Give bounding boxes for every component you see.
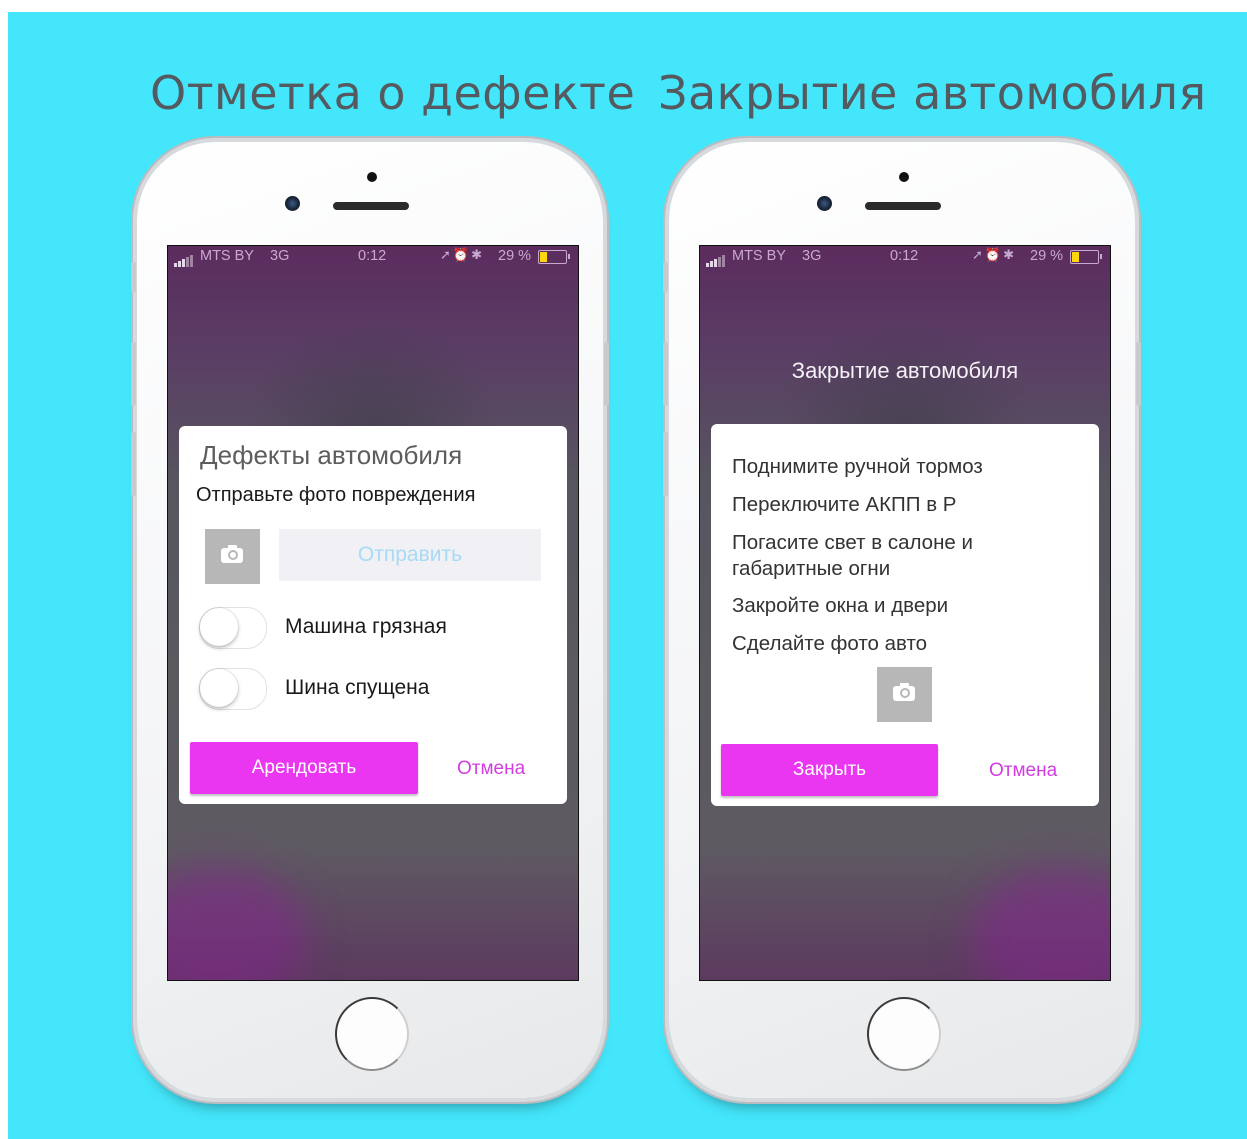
battery-percent: 29 %: [498, 248, 532, 264]
defects-dialog: Дефекты автомобиля Отправьте фото повреж…: [179, 426, 567, 804]
power-button: [1136, 342, 1141, 406]
power-button: [604, 342, 609, 406]
home-button: [335, 997, 409, 1071]
carrier-label: MTS BY: [732, 248, 786, 264]
take-photo-button[interactable]: [205, 529, 260, 584]
cancel-link[interactable]: Отмена: [457, 758, 525, 780]
dialog-subtitle: Отправьте фото повреждения: [196, 484, 476, 506]
bluetooth-icon: ✱: [471, 248, 484, 263]
proximity-sensor: [899, 172, 909, 182]
status-icons: ➚⏰✱: [440, 248, 484, 263]
rent-button[interactable]: Арендовать: [190, 742, 418, 794]
network-label: 3G: [802, 248, 822, 264]
toggle-label-flat-tire: Шина спущена: [285, 676, 430, 699]
volume-down-button: [663, 432, 668, 496]
toggle-label-dirty-car: Машина грязная: [285, 615, 447, 638]
background-blur: [168, 866, 308, 980]
instruction-item: Переключите АКПП в Р: [732, 493, 957, 516]
battery-icon: [1070, 250, 1102, 264]
toggle-dirty-car[interactable]: [199, 607, 267, 649]
earpiece-speaker: [333, 202, 409, 210]
proximity-sensor: [367, 172, 377, 182]
status-bar: MTS BY 3G 0:12 ➚⏰✱ 29 %: [700, 246, 1110, 268]
volume-up-button: [131, 342, 136, 406]
battery-icon: [538, 250, 570, 264]
background-blur: [970, 866, 1110, 980]
mute-switch: [131, 262, 136, 292]
signal-icon: [706, 251, 726, 267]
toggle-knob: [200, 608, 238, 646]
alarm-icon: ⏰: [452, 248, 472, 263]
screen-title: Закрытие автомобиля: [791, 358, 1019, 383]
instruction-item: Сделайте фото авто: [732, 632, 928, 655]
front-camera: [285, 196, 300, 211]
volume-down-button: [131, 432, 136, 496]
earpiece-speaker: [865, 202, 941, 210]
close-car-dialog: Поднимите ручной тормоз Переключите АКПП…: [711, 424, 1099, 806]
instruction-item: Закройте окна и двери: [732, 594, 949, 617]
toggle-knob: [200, 669, 238, 707]
location-icon: ➚: [440, 248, 453, 263]
toggle-flat-tire[interactable]: [199, 668, 267, 710]
location-icon: ➚: [972, 248, 985, 263]
volume-up-button: [663, 342, 668, 406]
mute-switch: [663, 262, 668, 292]
screen-defects: MTS BY 3G 0:12 ➚⏰✱ 29 % Дефекты автомоби…: [167, 245, 579, 981]
time-label: 0:12: [358, 248, 387, 264]
take-photo-button[interactable]: [877, 667, 932, 722]
instruction-item: Погасите свет в салоне и габаритные огни: [732, 531, 973, 580]
bluetooth-icon: ✱: [1003, 248, 1016, 263]
signal-icon: [174, 251, 194, 267]
home-button: [867, 997, 941, 1071]
status-bar: MTS BY 3G 0:12 ➚⏰✱ 29 %: [168, 246, 578, 268]
front-camera: [817, 196, 832, 211]
network-label: 3G: [270, 248, 290, 264]
alarm-icon: ⏰: [984, 248, 1004, 263]
carrier-label: MTS BY: [200, 248, 254, 264]
time-label: 0:12: [890, 248, 919, 264]
screen-close-car: MTS BY 3G 0:12 ➚⏰✱ 29 % Закрытие автомоб…: [699, 245, 1111, 981]
send-button[interactable]: Отправить: [279, 529, 541, 581]
headline-defect: Отметка о дефекте: [150, 66, 636, 120]
dialog-title: Дефекты автомобиля: [200, 440, 463, 470]
phone-right: MTS BY 3G 0:12 ➚⏰✱ 29 % Закрытие автомоб…: [663, 142, 1141, 1098]
phone-left: MTS BY 3G 0:12 ➚⏰✱ 29 % Дефекты автомоби…: [131, 142, 609, 1098]
battery-percent: 29 %: [1030, 248, 1064, 264]
instruction-item: Поднимите ручной тормоз: [732, 455, 983, 478]
headline-close-car: Закрытие автомобиля: [658, 66, 1207, 120]
cancel-link[interactable]: Отмена: [989, 760, 1057, 782]
close-button[interactable]: Закрыть: [721, 744, 938, 796]
status-icons: ➚⏰✱: [972, 248, 1016, 263]
